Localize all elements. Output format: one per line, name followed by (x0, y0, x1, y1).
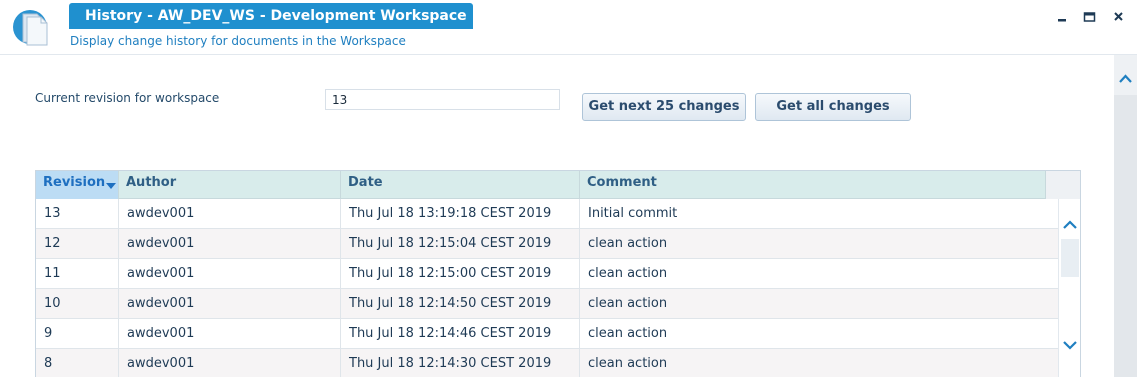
cell-revision: 12 (36, 229, 119, 259)
page-scrollbar[interactable] (1114, 55, 1137, 377)
cell-comment: clean action (588, 266, 668, 281)
page-scrollbar-thumb[interactable] (1114, 95, 1137, 377)
chevron-down-icon[interactable] (1062, 339, 1078, 351)
sort-descending-icon (106, 183, 116, 189)
cell-date: Thu Jul 18 12:14:30 CEST 2019 (341, 349, 580, 377)
column-header-author[interactable]: Author (119, 171, 341, 199)
cell-revision: 9 (36, 319, 119, 349)
cell-comment: clean action (588, 296, 668, 311)
window-header: History - AW_DEV_WS - Development Worksp… (0, 0, 1137, 55)
chevron-up-icon[interactable] (1062, 219, 1078, 231)
window-title: History - AW_DEV_WS - Development Worksp… (69, 3, 473, 29)
cell-date: Thu Jul 18 12:14:46 CEST 2019 (341, 319, 580, 349)
chevron-up-icon[interactable] (1118, 73, 1133, 85)
close-icon[interactable] (1112, 10, 1126, 24)
table-row[interactable]: 8 awdev001 Thu Jul 18 12:14:30 CEST 2019… (36, 349, 1058, 377)
cell-author: awdev001 (119, 229, 341, 259)
column-header-label: Revision (43, 175, 106, 190)
cell-date: Thu Jul 18 12:14:50 CEST 2019 (341, 289, 580, 319)
cell-author: awdev001 (119, 289, 341, 319)
minimize-icon[interactable] (1056, 10, 1070, 24)
revision-input[interactable] (325, 89, 560, 110)
history-table: Revision Author Date Comment 13 awdev001… (35, 170, 1081, 377)
cell-date: Thu Jul 18 12:15:04 CEST 2019 (341, 229, 580, 259)
cell-author: awdev001 (119, 319, 341, 349)
maximize-icon[interactable] (1083, 10, 1097, 24)
cell-author: awdev001 (119, 199, 341, 229)
cell-comment: clean action (588, 356, 668, 371)
table-row[interactable]: 12 awdev001 Thu Jul 18 12:15:04 CEST 201… (36, 229, 1058, 259)
table-header: Revision Author Date Comment (36, 171, 1080, 199)
cell-revision: 13 (36, 199, 119, 229)
table-body: 13 awdev001 Thu Jul 18 13:19:18 CEST 201… (36, 199, 1058, 377)
cell-revision: 10 (36, 289, 119, 319)
cell-date: Thu Jul 18 13:19:18 CEST 2019 (341, 199, 580, 229)
column-header-comment[interactable]: Comment (580, 171, 1046, 199)
cell-date: Thu Jul 18 12:15:00 CEST 2019 (341, 259, 580, 289)
column-header-date[interactable]: Date (341, 171, 580, 199)
table-row[interactable]: 9 awdev001 Thu Jul 18 12:14:46 CEST 2019… (36, 319, 1058, 349)
revision-label: Current revision for workspace (35, 91, 220, 105)
table-scrollbar[interactable] (1058, 199, 1080, 377)
table-scrollbar-thumb[interactable] (1061, 239, 1079, 277)
cell-author: awdev001 (119, 349, 341, 377)
get-all-changes-button[interactable]: Get all changes (755, 93, 911, 121)
cell-revision: 8 (36, 349, 119, 377)
table-row[interactable]: 13 awdev001 Thu Jul 18 13:19:18 CEST 201… (36, 199, 1058, 229)
window-subtitle: Display change history for documents in … (70, 34, 406, 48)
cell-comment: clean action (588, 326, 668, 341)
cell-author: awdev001 (119, 259, 341, 289)
cell-comment: clean action (588, 236, 668, 251)
get-next-changes-button[interactable]: Get next 25 changes (582, 93, 746, 121)
cell-revision: 11 (36, 259, 119, 289)
table-row[interactable]: 10 awdev001 Thu Jul 18 12:14:50 CEST 201… (36, 289, 1058, 319)
table-row[interactable]: 11 awdev001 Thu Jul 18 12:15:00 CEST 201… (36, 259, 1058, 289)
document-stack-icon (13, 10, 48, 46)
column-header-revision[interactable]: Revision (36, 171, 119, 199)
header-filler (1046, 171, 1080, 199)
cell-comment: Initial commit (588, 206, 678, 221)
